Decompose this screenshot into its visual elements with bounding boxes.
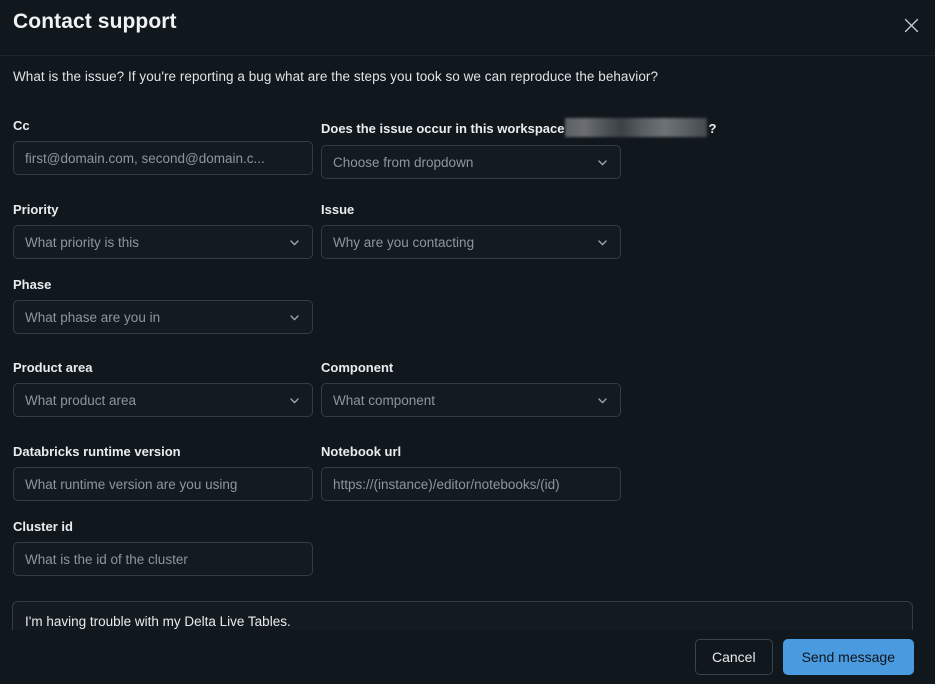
field-priority: Priority What priority is this [13,202,313,259]
label-priority: Priority [13,202,313,217]
field-runtime-version: Databricks runtime version What runtime … [13,444,313,501]
label-workspace-text: Does the issue occur in this workspace [321,121,564,136]
field-cc: Cc first@domain.com, second@domain.c... [13,118,313,175]
label-runtime-version: Databricks runtime version [13,444,313,459]
field-workspace: Does the issue occur in this workspace? … [321,118,716,179]
product-area-select[interactable]: What product area [13,383,313,417]
cluster-id-placeholder: What is the id of the cluster [25,552,301,567]
label-component: Component [321,360,621,375]
component-select[interactable]: What component [321,383,621,417]
runtime-version-input[interactable]: What runtime version are you using [13,467,313,501]
phase-select[interactable]: What phase are you in [13,300,313,334]
cluster-id-input[interactable]: What is the id of the cluster [13,542,313,576]
chevron-down-icon [288,236,301,249]
product-area-placeholder: What product area [25,393,282,408]
dialog-footer: Cancel Send message [0,630,935,684]
chevron-down-icon [288,311,301,324]
runtime-version-placeholder: What runtime version are you using [25,477,301,492]
issue-placeholder: Why are you contacting [333,235,590,250]
workspace-select[interactable]: Choose from dropdown [321,145,621,179]
redacted-workspace-name [565,118,707,137]
chevron-down-icon [596,156,609,169]
notebook-url-input[interactable]: https://(instance)/editor/notebooks/(id) [321,467,621,501]
chevron-down-icon [596,394,609,407]
workspace-placeholder: Choose from dropdown [333,155,590,170]
label-phase: Phase [13,277,313,292]
cancel-button[interactable]: Cancel [695,639,773,675]
close-icon [904,18,919,33]
label-product-area: Product area [13,360,313,375]
chevron-down-icon [288,394,301,407]
field-product-area: Product area What product area [13,360,313,417]
label-cluster-id: Cluster id [13,519,313,534]
dialog-header: Contact support [0,0,935,56]
chevron-down-icon [596,236,609,249]
label-workspace: Does the issue occur in this workspace? [321,118,716,137]
priority-select[interactable]: What priority is this [13,225,313,259]
intro-description: What is the issue? If you're reporting a… [13,69,658,84]
phase-placeholder: What phase are you in [25,310,282,325]
field-notebook-url: Notebook url https://(instance)/editor/n… [321,444,621,501]
field-issue: Issue Why are you contacting [321,202,621,259]
label-workspace-suffix: ? [708,121,716,136]
cc-placeholder: first@domain.com, second@domain.c... [25,151,301,166]
priority-placeholder: What priority is this [25,235,282,250]
close-button[interactable] [895,9,927,41]
field-phase: Phase What phase are you in [13,277,313,334]
notebook-url-placeholder: https://(instance)/editor/notebooks/(id) [333,477,609,492]
field-component: Component What component [321,360,621,417]
component-placeholder: What component [333,393,590,408]
label-notebook-url: Notebook url [321,444,621,459]
cc-input[interactable]: first@domain.com, second@domain.c... [13,141,313,175]
page-title: Contact support [13,10,177,34]
issue-select[interactable]: Why are you contacting [321,225,621,259]
label-issue: Issue [321,202,621,217]
send-message-button[interactable]: Send message [783,639,914,675]
label-cc: Cc [13,118,313,133]
field-cluster-id: Cluster id What is the id of the cluster [13,519,313,576]
